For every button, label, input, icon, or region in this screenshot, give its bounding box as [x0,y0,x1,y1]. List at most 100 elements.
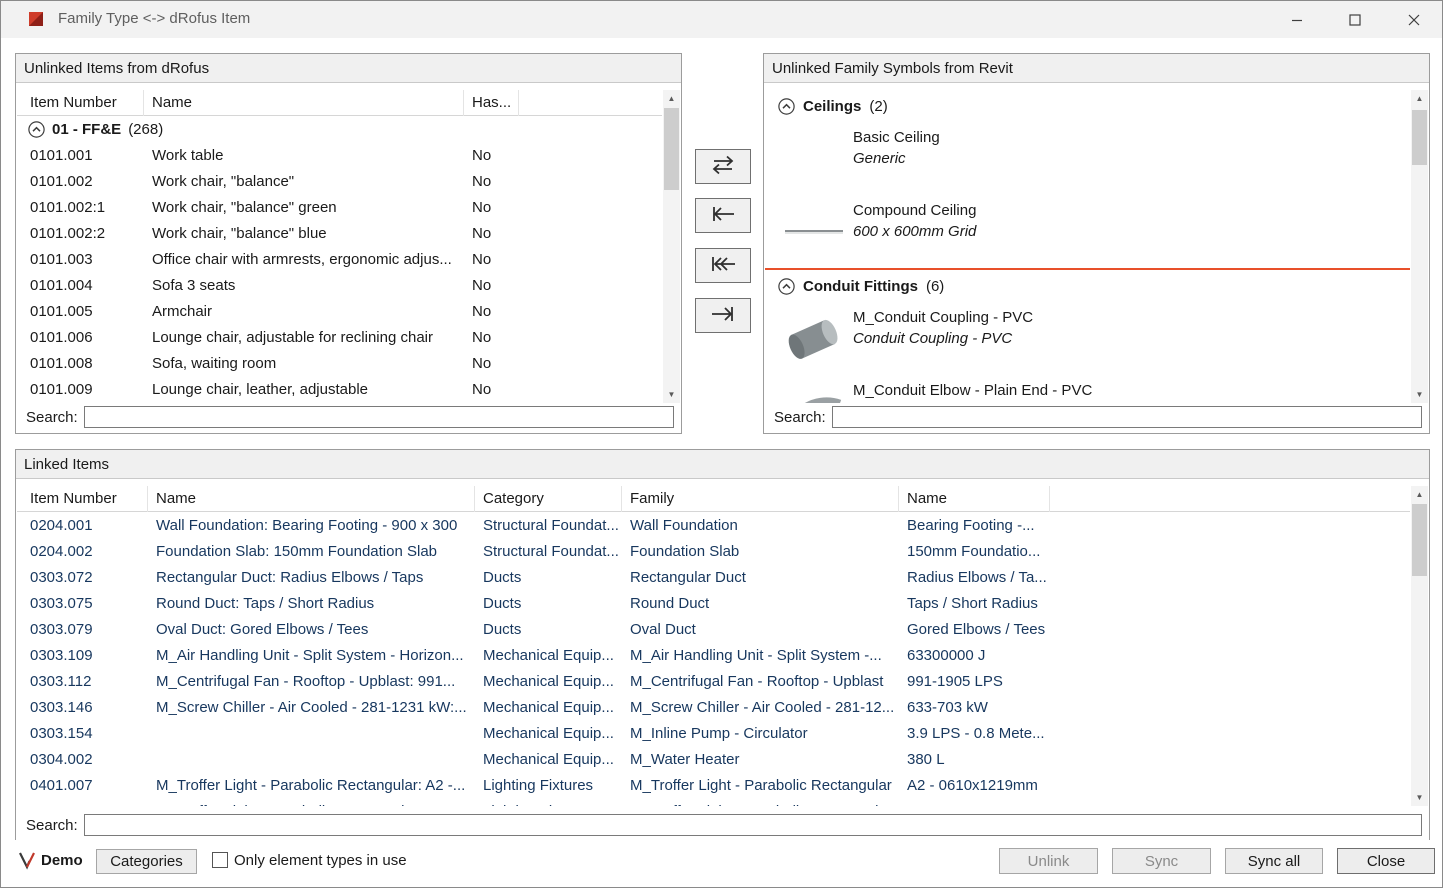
linked-item-row[interactable]: 0303.109M_Air Handling Unit - Split Syst… [17,642,1410,668]
item-number-cell: 0401.008 [17,803,148,807]
scrollbar-vertical[interactable]: ▲ ▼ [1411,90,1428,403]
unlinked-item-row[interactable]: 0101.006Lounge chair, adjustable for rec… [17,324,662,350]
family-symbols-list: Ceilings(2)Basic CeilingGenericCompound … [765,90,1410,403]
footer-bar: Demo Categories Only element types in us… [1,840,1442,887]
linked-item-row[interactable]: 0303.112M_Centrifugal Fan - Rooftop - Up… [17,668,1410,694]
scroll-up-icon[interactable]: ▲ [1411,486,1428,503]
family-type-drofus-dialog: { "colors": { "accent_divider": "#e8502a… [0,0,1443,888]
unlinked-item-row[interactable]: 0101.002:2Work chair, "balance" blueNo [17,220,662,246]
has-cell: No [464,277,519,294]
linked-item-row[interactable]: 0303.154Mechanical Equip...M_Inline Pump… [17,720,1410,746]
item-number-cell: 0303.072 [17,569,148,586]
unlinked-item-row[interactable]: 0101.003Office chair with armrests, ergo… [17,246,662,272]
column-header-item-number[interactable]: Item Number [17,486,148,512]
type-name: Conduit Coupling - PVC [853,330,1033,347]
linked-item-row[interactable]: 0401.008M_Troffer Light - Parabolic Rect… [17,798,1410,806]
family-symbol-item[interactable]: M_Conduit Elbow - Plain End - PVCConduit… [765,375,1410,403]
type-name-cell: A2 - 0610x1219mm [899,777,1050,794]
unlinked-item-row[interactable]: 0101.008Sofa, waiting roomNo [17,350,662,376]
type-name-cell: 991-1905 LPS [899,673,1050,690]
item-number-cell: 0304.002 [17,751,148,768]
unlinked-item-row[interactable]: 0101.009Lounge chair, leather, adjustabl… [17,376,662,402]
scrollbar-vertical[interactable]: ▲ ▼ [663,90,680,403]
item-number-cell: 0303.154 [17,725,148,742]
scroll-up-icon[interactable]: ▲ [663,90,680,107]
item-number-cell: 0303.079 [17,621,148,638]
family-symbol-item[interactable]: M_Conduit Coupling - PVCConduit Coupling… [765,302,1410,375]
family-cell: Round Duct [622,595,899,612]
link-swap-button[interactable] [695,149,751,184]
unlinked-item-row[interactable]: 0101.005ArmchairNo [17,298,662,324]
table-header[interactable]: Item NumberNameHas... [17,90,662,116]
scroll-thumb[interactable] [1412,110,1427,165]
unlinked-item-row[interactable]: 0101.002Work chair, "balance"No [17,168,662,194]
linked-item-row[interactable]: 0304.002Mechanical Equip...M_Water Heate… [17,746,1410,772]
name-cell: Oval Duct: Gored Elbows / Tees [148,621,475,638]
type-name-cell: Radius Elbows / Ta... [899,569,1050,586]
item-number-cell: 0101.002:2 [17,225,144,242]
group-row-ffe[interactable]: 01 - FF&E(268) [17,116,662,142]
search-input[interactable] [84,814,1422,836]
sync-button: Sync [1112,848,1211,874]
scroll-down-icon[interactable]: ▼ [1411,386,1428,403]
unlinked-item-row[interactable]: 0101.001Work tableNo [17,142,662,168]
categories-button[interactable]: Categories [96,849,197,874]
search-input[interactable] [84,406,674,428]
linked-item-row[interactable]: 0303.079Oval Duct: Gored Elbows / TeesDu… [17,616,1410,642]
move-left-button[interactable] [695,198,751,233]
family-group-header[interactable]: Ceilings(2) [765,90,1410,122]
unlinked-item-row[interactable]: 0101.004Sofa 3 seatsNo [17,272,662,298]
scroll-down-icon[interactable]: ▼ [1411,789,1428,806]
family-cell: M_Water Heater [622,751,899,768]
family-symbol-item[interactable]: Compound Ceiling600 x 600mm Grid [765,195,1410,268]
column-header-name[interactable]: Name [144,90,464,116]
unlinked-items-panel: Unlinked Items from dRofus Item NumberNa… [15,53,682,434]
linked-item-row[interactable]: 0204.002Foundation Slab: 150mm Foundatio… [17,538,1410,564]
linked-item-row[interactable]: 0303.072Rectangular Duct: Radius Elbows … [17,564,1410,590]
minimize-button[interactable] [1273,1,1320,38]
search-row: Search: [16,813,1429,837]
search-label: Search: [26,817,78,834]
name-cell: Lounge chair, leather, adjustable [144,381,464,398]
family-cell: M_Inline Pump - Circulator [622,725,899,742]
collapse-chevron-icon[interactable] [28,121,45,138]
only-in-use-checkbox[interactable] [212,852,228,868]
elbow-thumbnail [785,375,847,403]
linked-item-row[interactable]: 0303.075Round Duct: Taps / Short RadiusD… [17,590,1410,616]
close-window-button[interactable] [1390,1,1437,38]
close-button[interactable]: Close [1337,848,1435,874]
category-cell: Ducts [475,595,622,612]
sync-all-button[interactable]: Sync all [1225,848,1323,874]
linked-item-row[interactable]: 0401.007M_Troffer Light - Parabolic Rect… [17,772,1410,798]
table-header[interactable]: Item NumberNameCategoryFamilyName [17,486,1410,512]
column-header-item-number[interactable]: Item Number [17,90,144,116]
collapse-chevron-icon[interactable] [778,278,795,295]
column-header-has-[interactable]: Has... [464,90,519,116]
scroll-thumb[interactable] [1412,504,1427,576]
move-right-button[interactable] [695,298,751,333]
scrollbar-vertical[interactable]: ▲ ▼ [1411,486,1428,806]
search-input[interactable] [832,406,1422,428]
scroll-down-icon[interactable]: ▼ [663,386,680,403]
column-header-name[interactable]: Name [899,486,1050,512]
window-title: Family Type <-> dRofus Item [58,10,250,27]
column-header-category[interactable]: Category [475,486,622,512]
move-all-left-button[interactable] [695,248,751,283]
linked-item-row[interactable]: 0204.001Wall Foundation: Bearing Footing… [17,512,1410,538]
family-name: Basic Ceiling [853,129,940,150]
type-name-cell: 633-703 kW [899,699,1050,716]
family-group-header[interactable]: Conduit Fittings(6) [765,270,1410,302]
cylinder-thumbnail [785,302,847,375]
unlinked-item-row[interactable]: 0101.002:1Work chair, "balance" greenNo [17,194,662,220]
name-cell: M_Air Handling Unit - Split System - Hor… [148,647,475,664]
has-cell: No [464,173,519,190]
maximize-button[interactable] [1331,1,1378,38]
column-header-name[interactable]: Name [148,486,475,512]
family-symbol-item[interactable]: Basic CeilingGeneric [765,122,1410,195]
collapse-chevron-icon[interactable] [778,98,795,115]
linked-item-row[interactable]: 0303.146M_Screw Chiller - Air Cooled - 2… [17,694,1410,720]
scroll-up-icon[interactable]: ▲ [1411,90,1428,107]
scroll-thumb[interactable] [664,108,679,190]
item-number-cell: 0303.112 [17,673,148,690]
column-header-family[interactable]: Family [622,486,899,512]
